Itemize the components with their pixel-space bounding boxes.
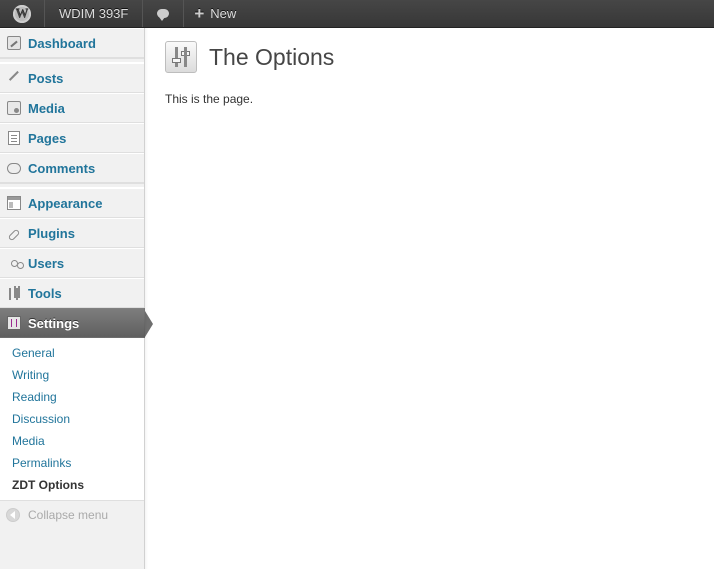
plus-icon: + — [194, 3, 205, 23]
appearance-icon — [7, 196, 21, 210]
sidebar-item-label: Appearance — [28, 195, 103, 211]
sidebar-item-posts[interactable]: Posts — [0, 63, 144, 93]
sidebar-item-label: Comments — [28, 160, 96, 176]
media-icon — [7, 101, 21, 115]
collapse-arrow-icon — [6, 508, 20, 522]
settings-submenu: General Writing Reading Discussion Media… — [0, 338, 144, 501]
sidebar-item-label: Posts — [28, 70, 64, 86]
sidebar-item-label: Pages — [28, 130, 67, 146]
wordpress-logo-icon: W — [13, 4, 31, 23]
page-header: The Options — [165, 41, 714, 73]
settings-icon — [7, 316, 21, 330]
comments-button[interactable] — [143, 0, 185, 27]
collapse-menu-label: Collapse menu — [28, 508, 109, 522]
comment-bubble-icon — [157, 9, 170, 21]
submenu-item-reading[interactable]: Reading — [0, 386, 144, 408]
admin-bar: W WDIM 393F + New — [0, 0, 714, 28]
sidebar-item-label: Media — [28, 100, 65, 116]
site-name-link[interactable]: WDIM 393F — [45, 0, 144, 27]
page-title: The Options — [209, 43, 335, 70]
sidebar-item-label: Plugins — [28, 225, 75, 241]
admin-sidebar: Dashboard Posts Media Pages Comments App… — [0, 28, 153, 569]
sidebar-item-tools[interactable]: Tools — [0, 278, 144, 308]
sidebar-item-dashboard[interactable]: Dashboard — [0, 28, 144, 58]
submenu-item-permalinks[interactable]: Permalinks — [0, 452, 144, 474]
wordpress-logo-button[interactable]: W — [0, 0, 45, 27]
pushpin-icon — [8, 70, 24, 86]
sidebar-item-appearance[interactable]: Appearance — [0, 188, 144, 218]
main-content: The Options This is the page. — [165, 28, 714, 106]
sidebar-item-users[interactable]: Users — [0, 248, 144, 278]
users-icon — [10, 259, 18, 267]
sidebar-item-comments[interactable]: Comments — [0, 153, 144, 183]
sidebar-item-label: Settings — [28, 315, 80, 331]
comment-icon — [7, 162, 21, 174]
plugin-icon — [7, 228, 21, 242]
new-content-button[interactable]: + New — [184, 0, 246, 27]
page-body-text: This is the page. — [165, 92, 254, 106]
sidebar-item-media[interactable]: Media — [0, 93, 144, 123]
sidebar-item-label: Dashboard — [28, 35, 96, 51]
sidebar-item-pages[interactable]: Pages — [0, 123, 144, 153]
options-sliders-icon — [165, 41, 197, 73]
sidebar-item-label: Users — [28, 255, 65, 271]
submenu-item-media[interactable]: Media — [0, 430, 144, 452]
dashboard-icon — [7, 36, 21, 50]
new-label: New — [210, 6, 237, 21]
submenu-item-general[interactable]: General — [0, 342, 144, 364]
sidebar-item-plugins[interactable]: Plugins — [0, 218, 144, 248]
submenu-item-discussion[interactable]: Discussion — [0, 408, 144, 430]
submenu-item-writing[interactable]: Writing — [0, 364, 144, 386]
tools-icon — [7, 286, 21, 300]
submenu-item-zdt-options[interactable]: ZDT Options — [0, 474, 144, 496]
collapse-menu-button[interactable]: Collapse menu — [0, 501, 144, 529]
pages-icon — [8, 131, 20, 145]
sidebar-item-label: Tools — [28, 285, 62, 301]
sidebar-item-settings[interactable]: Settings — [0, 308, 153, 338]
